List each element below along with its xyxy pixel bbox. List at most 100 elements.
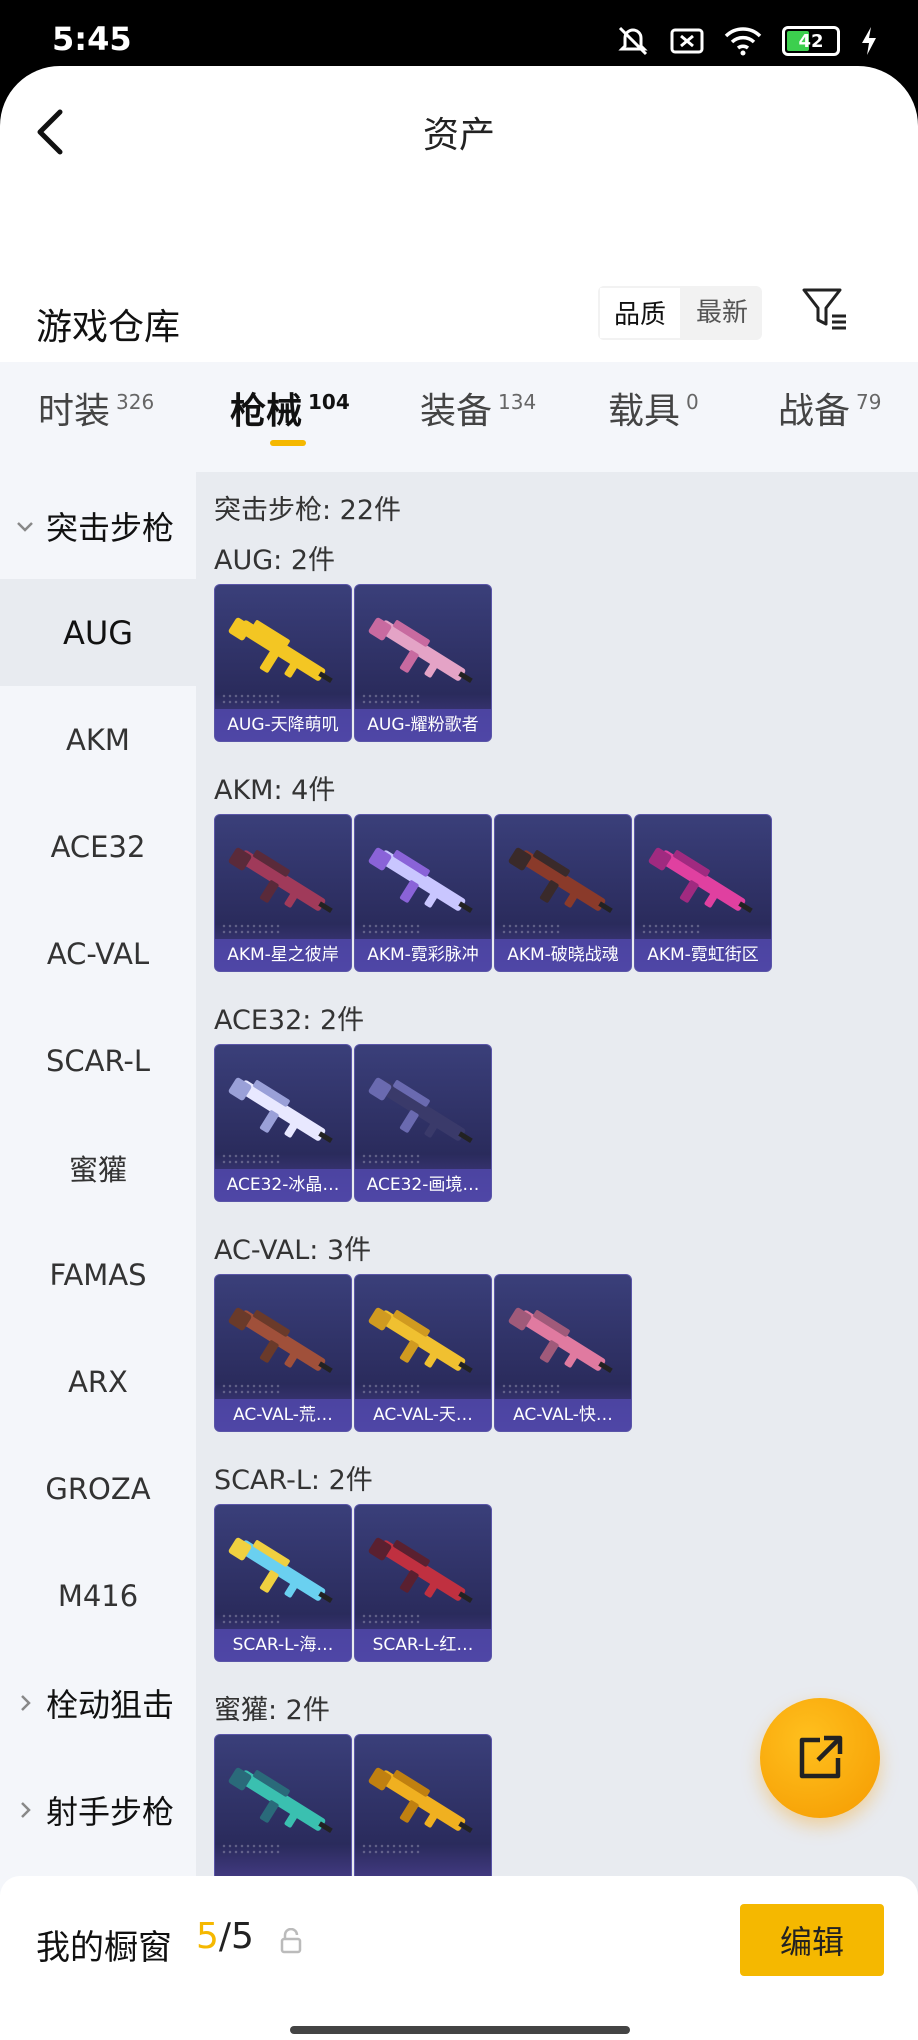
sidebar-item[interactable]: ACE32: [0, 793, 196, 900]
sidebar-item[interactable]: M416: [0, 1542, 196, 1649]
battery-level: 42: [798, 30, 824, 52]
weapon-image: [228, 1767, 333, 1833]
chevron-right-icon: [21, 1801, 31, 1818]
weapon-card[interactable]: ACE32-画境…: [354, 1044, 492, 1202]
weapon-name: SCAR-L-红…: [355, 1629, 491, 1661]
weapon-card[interactable]: AKM-星之彼岸: [214, 814, 352, 972]
status-icons: 42: [616, 24, 878, 58]
weapon-card[interactable]: AUG-天降萌叽: [214, 584, 352, 742]
weapon-sidebar: 突击步枪 AUG AKM ACE32 AC-VAL SCAR-L 蜜獾 FAMAS ARX GRO…: [0, 472, 196, 1942]
sidebar-item[interactable]: SCAR-L: [0, 1007, 196, 1114]
tab-firearms[interactable]: 枪械 104: [230, 382, 350, 434]
tab-fashion[interactable]: 时装 326: [38, 382, 154, 434]
category-label: 蜜獾: 2件: [214, 1695, 330, 1726]
weapon-card[interactable]: SCAR-L-红…: [354, 1504, 492, 1662]
sidebar-group[interactable]: 栓动狙击: [0, 1649, 196, 1756]
weapon-card[interactable]: AKM-破晓战魂: [494, 814, 632, 972]
tab-count: 0: [686, 390, 699, 414]
sidebar-group-assault-rifle[interactable]: 突击步枪: [0, 472, 196, 579]
decor-pattern: [361, 1383, 421, 1395]
sidebar-item[interactable]: ARX: [0, 1328, 196, 1435]
filter-icon[interactable]: [800, 284, 850, 334]
showcase-count-total: /5: [218, 1916, 254, 1957]
showcase-bar: 我的橱窗 5/5 编辑: [0, 1876, 918, 2040]
decor-pattern: [501, 1383, 561, 1395]
weapon-card[interactable]: AUG-耀粉歌者: [354, 584, 492, 742]
weapon-image: [228, 847, 333, 913]
sort-quality[interactable]: 品质: [598, 286, 683, 340]
warehouse-header: 游戏仓库 品质 最新: [0, 272, 918, 372]
decor-pattern: [221, 1843, 281, 1855]
weapon-image: [368, 847, 473, 913]
decor-pattern: [361, 1843, 421, 1855]
weapon-name: AUG-耀粉歌者: [355, 709, 491, 741]
weapon-image: [368, 617, 473, 683]
decor-pattern: [361, 1613, 421, 1625]
weapon-card[interactable]: AC-VAL-天…: [354, 1274, 492, 1432]
tab-count: 79: [856, 390, 882, 414]
sort-newest[interactable]: 最新: [682, 286, 762, 340]
showcase-label: 我的橱窗: [36, 1928, 172, 1968]
edit-button[interactable]: 编辑: [740, 1904, 884, 1976]
charging-icon: [862, 27, 876, 55]
category-label: ACE32: 2件: [214, 1005, 365, 1036]
decor-pattern: [501, 923, 561, 935]
weapon-image: [508, 847, 613, 913]
weapon-card[interactable]: ACE32-冰晶…: [214, 1044, 352, 1202]
tab-count: 104: [308, 390, 350, 414]
share-icon: [799, 1735, 843, 1779]
weapon-name: AKM-破晓战魂: [495, 939, 631, 971]
sidebar-group-label: 栓动狙击: [46, 1685, 175, 1724]
sidebar-item[interactable]: AKM: [0, 686, 196, 793]
decor-pattern: [221, 1383, 281, 1395]
weapon-card[interactable]: AKM-霓彩脉冲: [354, 814, 492, 972]
weapon-card[interactable]: [354, 1734, 492, 1892]
decor-pattern: [221, 693, 281, 705]
showcase-count: 5/5: [196, 1916, 254, 1957]
category-tabs: 时装 326 枪械 104 装备 134 载具 0 战备 79: [0, 362, 918, 472]
weapon-name: AC-VAL-快…: [495, 1399, 631, 1431]
home-indicator[interactable]: [290, 2026, 630, 2034]
weapon-name: SCAR-L-海…: [215, 1629, 351, 1661]
category-summary: 突击步枪: 22件: [214, 495, 402, 526]
app-screen: 资产 游戏仓库 品质 最新 时装 326 枪械 104 装备 134 载具 0 战备 79…: [0, 66, 918, 2040]
weapon-card[interactable]: AC-VAL-快…: [494, 1274, 632, 1432]
decor-pattern: [221, 923, 281, 935]
weapon-card[interactable]: AC-VAL-荒…: [214, 1274, 352, 1432]
decor-pattern: [641, 923, 701, 935]
decor-pattern: [221, 1153, 281, 1165]
weapon-name: AKM-星之彼岸: [215, 939, 351, 971]
category-label: AKM: 4件: [214, 775, 336, 806]
tab-supplies[interactable]: 战备 79: [778, 382, 881, 434]
tab-equipment[interactable]: 装备 134: [420, 382, 536, 434]
weapon-name: AC-VAL-荒…: [215, 1399, 351, 1431]
chevron-right-icon: [21, 1694, 31, 1711]
weapon-image: [368, 1537, 473, 1603]
decor-pattern: [361, 923, 421, 935]
weapon-image: [368, 1767, 473, 1833]
weapon-card[interactable]: SCAR-L-海…: [214, 1504, 352, 1662]
active-tab-indicator: [270, 440, 306, 446]
sidebar-item[interactable]: GROZA: [0, 1435, 196, 1542]
sidebar-item[interactable]: AC-VAL: [0, 900, 196, 1007]
page-title: 资产: [422, 115, 495, 156]
weapon-name: AKM-霓虹街区: [635, 939, 771, 971]
weapon-card[interactable]: AKM-霓虹街区: [634, 814, 772, 972]
tab-vehicles[interactable]: 载具 0: [608, 382, 699, 434]
weapon-image: [228, 1537, 333, 1603]
top-bar: 资产: [0, 66, 918, 206]
sidebar-item[interactable]: AUG: [0, 579, 196, 686]
weapon-card[interactable]: [214, 1734, 352, 1892]
sidebar-group-label: 突击步枪: [46, 508, 175, 547]
weapon-name: AKM-霓彩脉冲: [355, 939, 491, 971]
tab-label: 时装: [38, 391, 111, 432]
sidebar-group[interactable]: 射手步枪: [0, 1756, 196, 1863]
share-button[interactable]: [760, 1698, 880, 1818]
lock-icon: [280, 1928, 302, 1954]
sort-toggle: 品质 最新: [598, 286, 763, 340]
tab-label: 战备: [778, 391, 851, 432]
weapon-image: [368, 1307, 473, 1373]
sidebar-item[interactable]: FAMAS: [0, 1221, 196, 1328]
tab-count: 326: [116, 390, 155, 414]
sidebar-item[interactable]: 蜜獾: [0, 1114, 196, 1221]
